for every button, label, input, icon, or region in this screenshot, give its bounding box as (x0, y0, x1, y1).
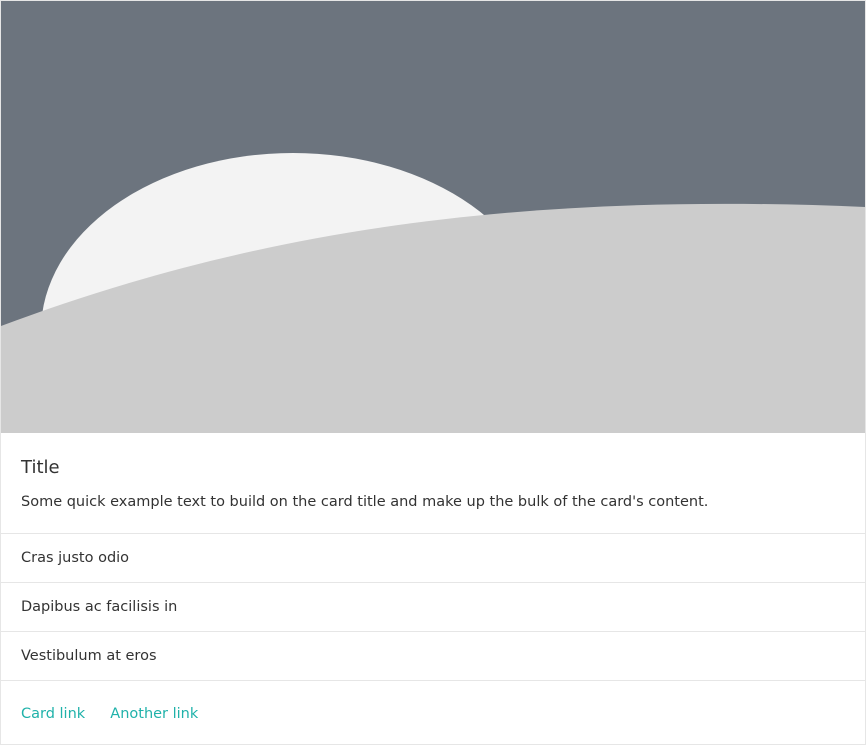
list-item: Vestibulum at eros (1, 632, 865, 681)
another-link[interactable]: Another link (110, 706, 198, 722)
card-body: Title Some quick example text to build o… (1, 433, 865, 534)
card-text: Some quick example text to build on the … (21, 494, 709, 510)
card-link[interactable]: Card link (21, 706, 85, 722)
card-links: Card link Another link (1, 681, 865, 743)
card-image-placeholder (1, 1, 865, 433)
card-list-group: Cras justo odio Dapibus ac facilisis in … (1, 534, 865, 681)
list-item: Dapibus ac facilisis in (1, 583, 865, 632)
card: Title Some quick example text to build o… (0, 0, 866, 745)
card-title: Title (21, 457, 60, 478)
list-item: Cras justo odio (1, 534, 865, 583)
